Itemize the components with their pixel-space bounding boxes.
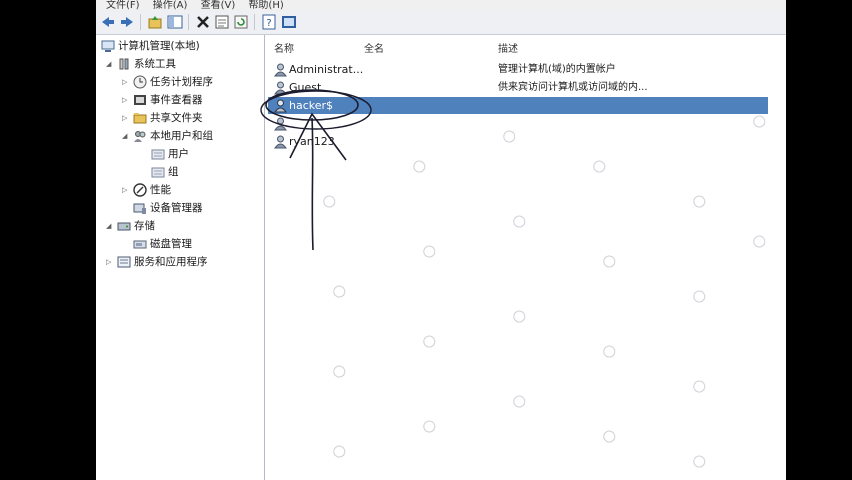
collapse-arrow-icon[interactable]: ◢ [106,56,114,72]
user-icon [274,81,287,95]
user-icon [274,99,287,113]
back-arrow-icon[interactable] [100,14,116,30]
users-group-icon [134,131,146,142]
folder-icon [151,167,165,178]
help-icon[interactable]: ? [261,14,277,30]
user-icon [274,135,287,149]
shared-folder-icon [133,113,147,124]
menu-file[interactable]: 文件(F) [106,0,140,10]
event-viewer-icon [134,95,146,105]
user-icon [274,63,287,77]
tools-icon [119,58,129,70]
refresh-icon[interactable] [233,14,249,30]
performance-icon [133,183,147,197]
delete-icon[interactable] [195,14,211,30]
list-header: 名称 全名 描述 [268,38,786,56]
svg-text:?: ? [266,18,271,29]
navigation-tree: 计算机管理(本地) ◢ 系统工具 ▷ 任务计划程序 ▷ 事件查看器 ▷ 共享文件… [96,35,265,480]
storage-icon [117,222,131,231]
toolbar: ? [96,10,786,35]
column-header-name[interactable]: 名称 [274,40,294,55]
menu-help[interactable]: 帮助(H) [248,0,283,10]
computer-management-icon [101,40,115,52]
column-header-description[interactable]: 描述 [498,40,518,55]
collapse-arrow-icon[interactable]: ◢ [122,128,130,144]
menu-bar: 文件(F) 操作(A) 查看(V) 帮助(H) [96,0,786,10]
computer-management-window: 文件(F) 操作(A) 查看(V) 帮助(H) ? 计算机管理(本地) ◢ 系统… [96,0,786,480]
show-hide-tree-icon[interactable] [167,14,183,30]
properties-icon[interactable] [214,14,230,30]
expand-arrow-icon[interactable]: ▷ [122,182,130,198]
user-icon [274,117,287,131]
services-icon [117,256,131,268]
forward-arrow-icon[interactable] [119,14,135,30]
users-list-pane: 名称 全名 描述 Administrat... 管理计算机(域)的内置帐户 Gu… [268,35,786,480]
device-manager-icon [133,203,146,214]
column-header-fullname[interactable]: 全名 [364,40,384,55]
expand-arrow-icon[interactable]: ▷ [122,110,130,126]
expand-arrow-icon[interactable]: ▷ [122,74,130,90]
view-icon[interactable] [281,14,297,30]
up-folder-icon[interactable] [147,14,163,30]
expand-arrow-icon[interactable]: ▷ [106,254,114,270]
collapse-arrow-icon[interactable]: ◢ [106,218,114,234]
menu-action[interactable]: 操作(A) [153,0,188,10]
expand-arrow-icon[interactable]: ▷ [122,92,130,108]
user-row-guest[interactable]: Guest 供来宾访问计算机或访问域的内... [268,79,768,96]
user-row-administrator[interactable]: Administrat... 管理计算机(域)的内置帐户 [268,61,768,78]
folder-icon [151,149,165,160]
disk-icon [133,240,147,249]
clock-icon [133,75,147,89]
menu-view[interactable]: 查看(V) [201,0,236,10]
user-row-hacker[interactable]: hacker$ [268,97,768,114]
